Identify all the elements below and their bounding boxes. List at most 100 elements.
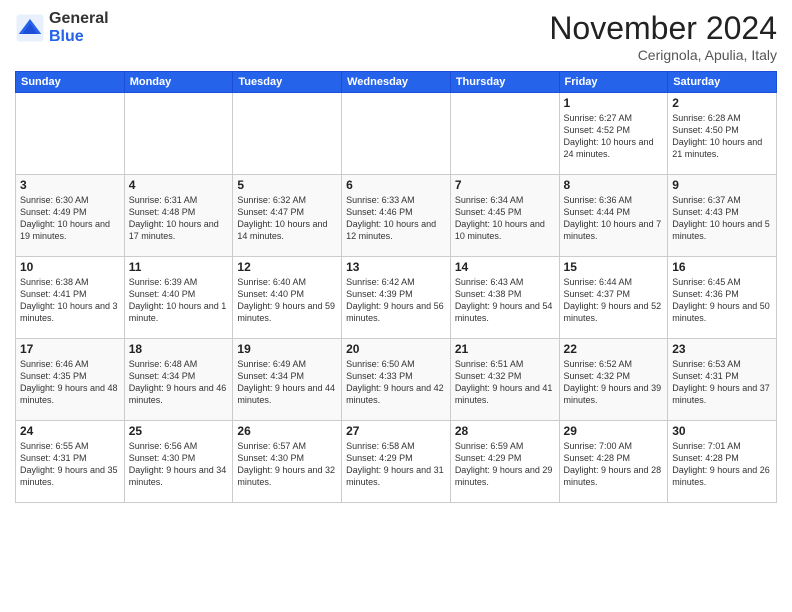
calendar-cell: 21 Sunrise: 6:51 AM Sunset: 4:32 PM Dayli… <box>450 339 559 421</box>
day-number: 3 <box>20 178 120 192</box>
day-info: Sunrise: 6:40 AM Sunset: 4:40 PM Dayligh… <box>237 276 337 325</box>
day-number: 6 <box>346 178 446 192</box>
calendar-cell: 24Sunrise: 6:55 AM Sunset: 4:31 PM Dayli… <box>16 421 125 503</box>
day-info: Sunrise: 6:36 AM Sunset: 4:44 PM Dayligh… <box>564 194 664 243</box>
calendar-cell: 17 Sunrise: 6:46 AM Sunset: 4:35 PM Dayli… <box>16 339 125 421</box>
day-info: Sunrise: 6:34 AM Sunset: 4:45 PM Dayligh… <box>455 194 555 243</box>
calendar-cell <box>124 93 233 175</box>
calendar-cell: 10 Sunrise: 6:38 AM Sunset: 4:41 PM Dayli… <box>16 257 125 339</box>
calendar-cell: 6 Sunrise: 6:33 AM Sunset: 4:46 PM Daylig… <box>342 175 451 257</box>
calendar-cell: 9Sunrise: 6:37 AM Sunset: 4:43 PM Daylig… <box>668 175 777 257</box>
day-number: 23 <box>672 342 772 356</box>
day-number: 14 <box>455 260 555 274</box>
day-info: Sunrise: 6:30 AM Sunset: 4:49 PM Dayligh… <box>20 194 120 243</box>
day-info: Sunrise: 6:32 AM Sunset: 4:47 PM Dayligh… <box>237 194 337 243</box>
day-number: 27 <box>346 424 446 438</box>
calendar-cell: 4 Sunrise: 6:31 AM Sunset: 4:48 PM Daylig… <box>124 175 233 257</box>
logo-text: General Blue <box>49 10 109 45</box>
header: General Blue November 2024 Cerignola, Ap… <box>15 10 777 63</box>
calendar-cell <box>450 93 559 175</box>
day-info: Sunrise: 6:52 AM Sunset: 4:32 PM Dayligh… <box>564 358 664 407</box>
weekday-header: Tuesday <box>233 72 342 93</box>
day-number: 4 <box>129 178 229 192</box>
page: General Blue November 2024 Cerignola, Ap… <box>0 0 792 612</box>
day-number: 18 <box>129 342 229 356</box>
calendar-cell: 2 Sunrise: 6:28 AM Sunset: 4:50 PM Daylig… <box>668 93 777 175</box>
calendar-cell <box>342 93 451 175</box>
day-info: Sunrise: 6:59 AM Sunset: 4:29 PM Dayligh… <box>455 440 555 489</box>
logo-general: General <box>49 10 109 28</box>
weekday-header: Sunday <box>16 72 125 93</box>
calendar-cell: 26 Sunrise: 6:57 AM Sunset: 4:30 PM Dayli… <box>233 421 342 503</box>
day-number: 25 <box>129 424 229 438</box>
day-info: Sunrise: 6:28 AM Sunset: 4:50 PM Dayligh… <box>672 112 772 161</box>
calendar-cell: 12 Sunrise: 6:40 AM Sunset: 4:40 PM Dayli… <box>233 257 342 339</box>
day-info: Sunrise: 6:39 AM Sunset: 4:40 PM Dayligh… <box>129 276 229 325</box>
day-info: Sunrise: 6:49 AM Sunset: 4:34 PM Dayligh… <box>237 358 337 407</box>
calendar-cell: 15 Sunrise: 6:44 AM Sunset: 4:37 PM Dayli… <box>559 257 668 339</box>
calendar-week-row: 3 Sunrise: 6:30 AM Sunset: 4:49 PM Daylig… <box>16 175 777 257</box>
day-number: 1 <box>564 96 664 110</box>
day-info: Sunrise: 6:50 AM Sunset: 4:33 PM Dayligh… <box>346 358 446 407</box>
calendar-table: SundayMondayTuesdayWednesdayThursdayFrid… <box>15 71 777 503</box>
calendar-cell: 11Sunrise: 6:39 AM Sunset: 4:40 PM Dayli… <box>124 257 233 339</box>
day-info: Sunrise: 6:38 AM Sunset: 4:41 PM Dayligh… <box>20 276 120 325</box>
calendar-cell: 3 Sunrise: 6:30 AM Sunset: 4:49 PM Daylig… <box>16 175 125 257</box>
calendar-cell: 14 Sunrise: 6:43 AM Sunset: 4:38 PM Dayli… <box>450 257 559 339</box>
calendar-cell: 22 Sunrise: 6:52 AM Sunset: 4:32 PM Dayli… <box>559 339 668 421</box>
day-info: Sunrise: 6:33 AM Sunset: 4:46 PM Dayligh… <box>346 194 446 243</box>
day-info: Sunrise: 6:43 AM Sunset: 4:38 PM Dayligh… <box>455 276 555 325</box>
calendar-cell: 28 Sunrise: 6:59 AM Sunset: 4:29 PM Dayli… <box>450 421 559 503</box>
subtitle: Cerignola, Apulia, Italy <box>549 47 777 63</box>
day-number: 20 <box>346 342 446 356</box>
day-info: Sunrise: 6:56 AM Sunset: 4:30 PM Dayligh… <box>129 440 229 489</box>
day-info: Sunrise: 6:58 AM Sunset: 4:29 PM Dayligh… <box>346 440 446 489</box>
logo-icon <box>15 13 45 43</box>
day-number: 28 <box>455 424 555 438</box>
day-number: 17 <box>20 342 120 356</box>
day-number: 21 <box>455 342 555 356</box>
calendar-cell: 16Sunrise: 6:45 AM Sunset: 4:36 PM Dayli… <box>668 257 777 339</box>
calendar-week-row: 10 Sunrise: 6:38 AM Sunset: 4:41 PM Dayli… <box>16 257 777 339</box>
day-info: Sunrise: 6:42 AM Sunset: 4:39 PM Dayligh… <box>346 276 446 325</box>
month-title: November 2024 <box>549 10 777 47</box>
day-number: 2 <box>672 96 772 110</box>
day-info: Sunrise: 6:37 AM Sunset: 4:43 PM Dayligh… <box>672 194 772 243</box>
day-info: Sunrise: 7:01 AM Sunset: 4:28 PM Dayligh… <box>672 440 772 489</box>
day-number: 8 <box>564 178 664 192</box>
day-info: Sunrise: 6:31 AM Sunset: 4:48 PM Dayligh… <box>129 194 229 243</box>
calendar-cell: 30 Sunrise: 7:01 AM Sunset: 4:28 PM Dayli… <box>668 421 777 503</box>
day-info: Sunrise: 6:45 AM Sunset: 4:36 PM Dayligh… <box>672 276 772 325</box>
day-number: 26 <box>237 424 337 438</box>
calendar-cell: 29Sunrise: 7:00 AM Sunset: 4:28 PM Dayli… <box>559 421 668 503</box>
weekday-header: Friday <box>559 72 668 93</box>
calendar-cell: 27 Sunrise: 6:58 AM Sunset: 4:29 PM Dayli… <box>342 421 451 503</box>
weekday-header-row: SundayMondayTuesdayWednesdayThursdayFrid… <box>16 72 777 93</box>
day-info: Sunrise: 6:57 AM Sunset: 4:30 PM Dayligh… <box>237 440 337 489</box>
day-info: Sunrise: 6:27 AM Sunset: 4:52 PM Dayligh… <box>564 112 664 161</box>
day-number: 22 <box>564 342 664 356</box>
day-number: 7 <box>455 178 555 192</box>
day-info: Sunrise: 6:46 AM Sunset: 4:35 PM Dayligh… <box>20 358 120 407</box>
calendar-week-row: 24Sunrise: 6:55 AM Sunset: 4:31 PM Dayli… <box>16 421 777 503</box>
weekday-header: Monday <box>124 72 233 93</box>
calendar-cell: 19 Sunrise: 6:49 AM Sunset: 4:34 PM Dayli… <box>233 339 342 421</box>
day-info: Sunrise: 6:48 AM Sunset: 4:34 PM Dayligh… <box>129 358 229 407</box>
day-number: 10 <box>20 260 120 274</box>
calendar-cell: 8 Sunrise: 6:36 AM Sunset: 4:44 PM Daylig… <box>559 175 668 257</box>
day-number: 19 <box>237 342 337 356</box>
day-info: Sunrise: 6:44 AM Sunset: 4:37 PM Dayligh… <box>564 276 664 325</box>
day-info: Sunrise: 7:00 AM Sunset: 4:28 PM Dayligh… <box>564 440 664 489</box>
day-info: Sunrise: 6:55 AM Sunset: 4:31 PM Dayligh… <box>20 440 120 489</box>
calendar-cell: 18 Sunrise: 6:48 AM Sunset: 4:34 PM Dayli… <box>124 339 233 421</box>
day-number: 30 <box>672 424 772 438</box>
calendar-cell <box>16 93 125 175</box>
day-number: 15 <box>564 260 664 274</box>
logo-blue: Blue <box>49 28 109 46</box>
day-number: 12 <box>237 260 337 274</box>
calendar-cell <box>233 93 342 175</box>
calendar-week-row: 1 Sunrise: 6:27 AM Sunset: 4:52 PM Daylig… <box>16 93 777 175</box>
weekday-header: Wednesday <box>342 72 451 93</box>
calendar-cell: 5Sunrise: 6:32 AM Sunset: 4:47 PM Daylig… <box>233 175 342 257</box>
day-info: Sunrise: 6:51 AM Sunset: 4:32 PM Dayligh… <box>455 358 555 407</box>
